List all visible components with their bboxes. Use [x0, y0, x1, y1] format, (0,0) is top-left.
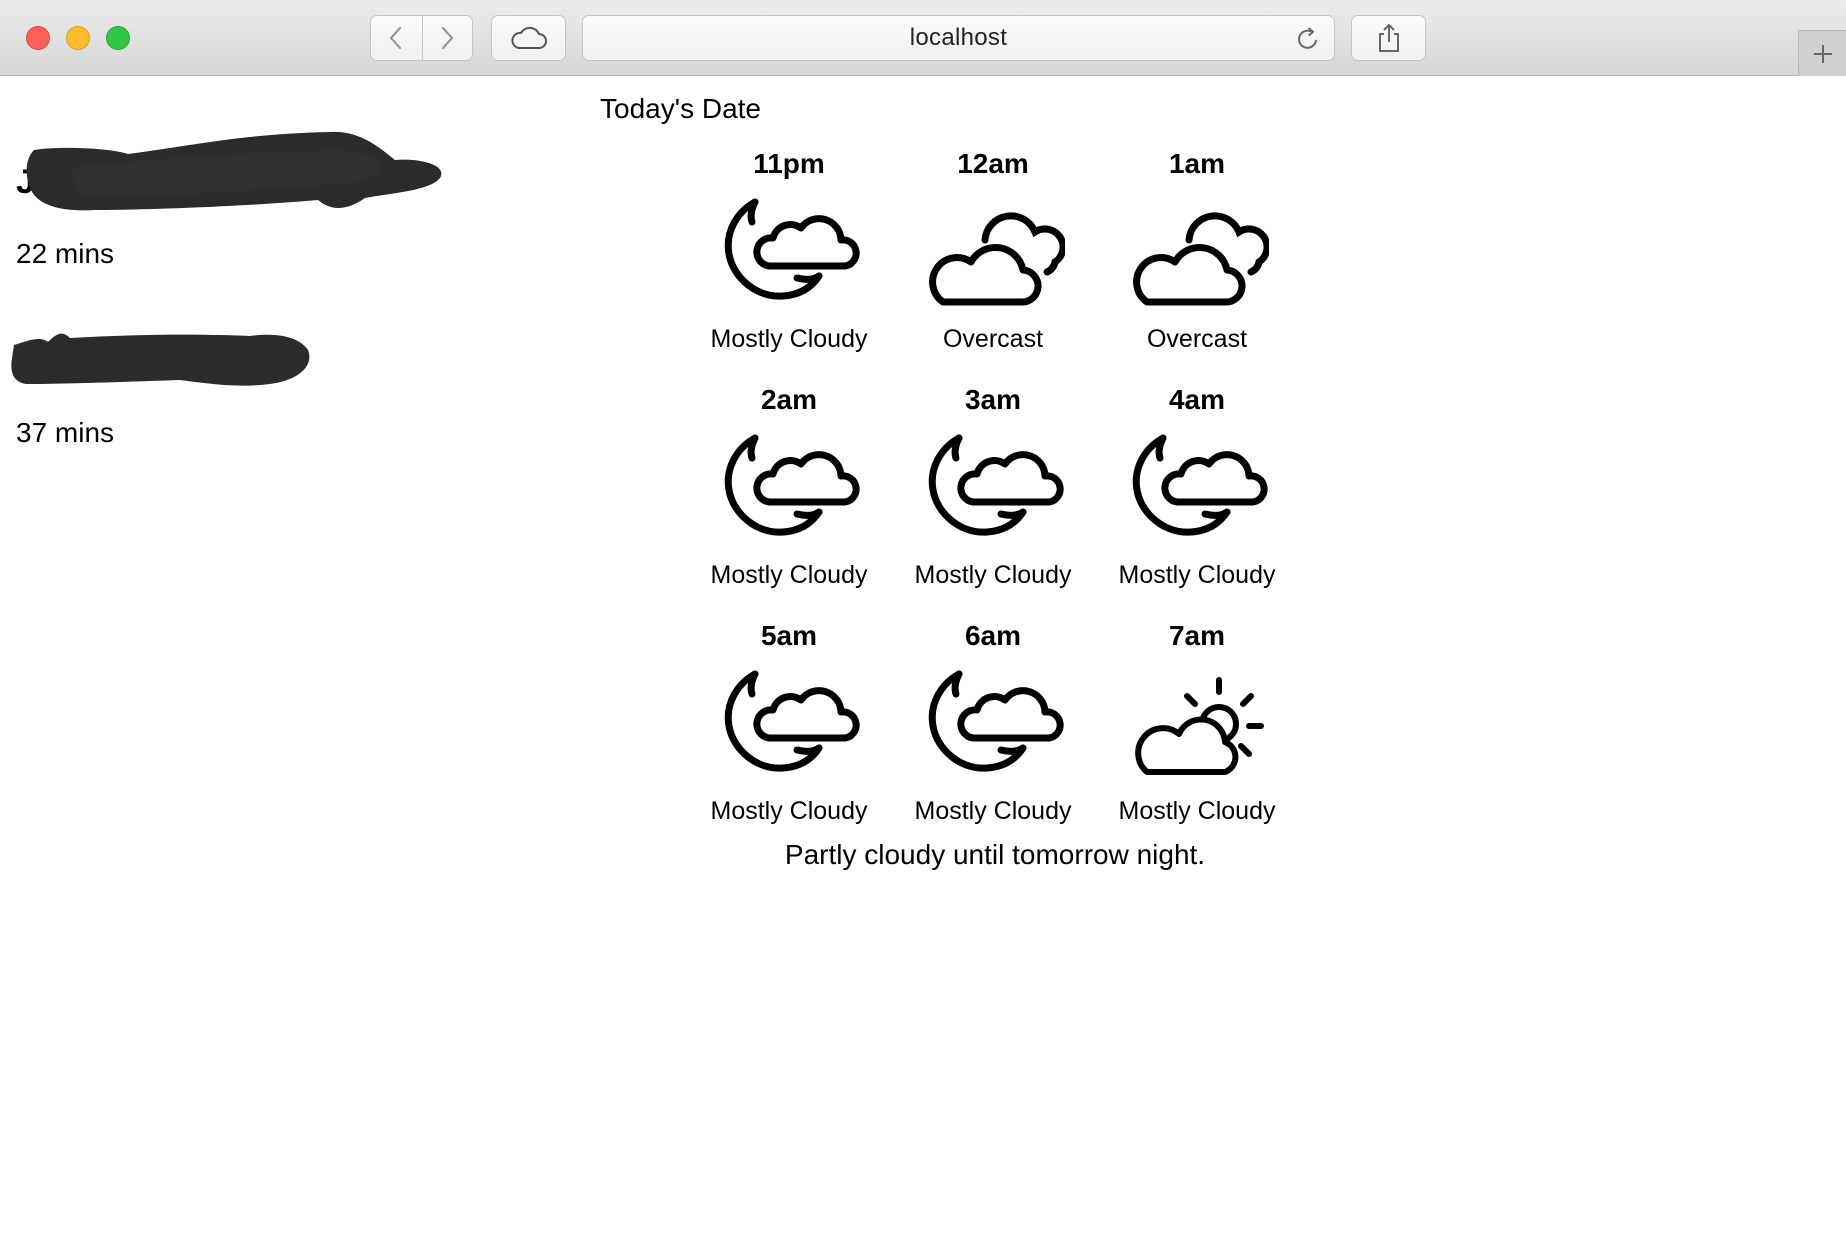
address-bar[interactable]: localhost — [582, 15, 1335, 61]
overcast-icon — [1125, 186, 1269, 318]
forecast-hour: 12am Overcast — [898, 148, 1088, 354]
forecast-condition: Mostly Cloudy — [1118, 797, 1276, 825]
zoom-window-button[interactable] — [106, 26, 130, 50]
forecast-condition: Mostly Cloudy — [1118, 561, 1276, 589]
sun-cloud-icon — [1125, 658, 1269, 790]
url-text: localhost — [909, 24, 1008, 51]
commute-item: J — [16, 162, 35, 202]
close-window-button[interactable] — [26, 26, 50, 50]
moon-cloud-icon — [921, 422, 1065, 554]
forecast-hour: 6am Mostly Cloudy — [898, 620, 1088, 826]
forecast-hour: 7am Mostly Cloudy — [1102, 620, 1292, 826]
cloud-icon — [510, 26, 547, 49]
forecast-time: 5am — [760, 620, 818, 651]
forecast-time: 12am — [957, 148, 1029, 179]
moon-cloud-icon — [717, 422, 861, 554]
forecast-hour: 4am Mostly Cloudy — [1102, 384, 1292, 590]
commute-time: 37 mins — [16, 417, 115, 448]
forecast-condition: Overcast — [942, 325, 1044, 353]
date-heading: Today's Date — [600, 93, 761, 124]
chevron-right-icon — [442, 26, 454, 50]
forecast-time: 4am — [1168, 384, 1226, 415]
share-button[interactable] — [1351, 15, 1426, 61]
forecast-condition: Mostly Cloudy — [710, 797, 868, 825]
commute-duration: 22 mins — [16, 238, 114, 270]
forecast-condition: Mostly Cloudy — [914, 561, 1072, 589]
moon-cloud-icon — [1125, 422, 1269, 554]
overcast-icon — [921, 186, 1065, 318]
chevron-left-icon — [390, 26, 402, 50]
new-tab-button[interactable] — [1798, 30, 1846, 76]
forecast-hour: 1am Overcast — [1102, 148, 1292, 354]
commute-duration: 37 mins — [16, 417, 114, 449]
history-nav — [370, 15, 473, 61]
moon-cloud-icon — [717, 658, 861, 790]
forecast-hour: 3am Mostly Cloudy — [898, 384, 1088, 590]
forecast-summary: Partly cloudy until tomorrow night. — [784, 839, 1206, 870]
forecast-condition: Mostly Cloudy — [710, 561, 868, 589]
moon-cloud-icon — [921, 658, 1065, 790]
forecast-condition: Overcast — [1146, 325, 1248, 353]
moon-cloud-icon — [717, 186, 861, 318]
reload-icon[interactable] — [1294, 25, 1322, 53]
forecast-condition: Mostly Cloudy — [914, 797, 1072, 825]
forecast-time: 3am — [964, 384, 1022, 415]
forecast-time: 2am — [760, 384, 818, 415]
icloud-tabs-button[interactable] — [491, 15, 566, 61]
forecast-hour: 5am Mostly Cloudy — [694, 620, 884, 826]
commute-time: 22 mins — [16, 238, 115, 269]
forecast-time: 6am — [964, 620, 1022, 651]
forecast-time: 11pm — [753, 148, 825, 179]
forecast-hour: 11pm Mostly Cloudy — [694, 148, 884, 354]
back-button[interactable] — [371, 16, 422, 60]
forecast-time: 7am — [1168, 620, 1226, 651]
commute-destination: J — [16, 163, 35, 201]
browser-toolbar: localhost — [0, 0, 1846, 76]
forward-button[interactable] — [421, 16, 473, 60]
minimize-window-button[interactable] — [66, 26, 90, 50]
plus-icon — [1813, 44, 1832, 63]
forecast-condition: Mostly Cloudy — [710, 325, 868, 353]
forecast-time: 1am — [1168, 148, 1226, 179]
forecast-hour: 2am Mostly Cloudy — [694, 384, 884, 590]
share-icon — [1378, 24, 1399, 52]
